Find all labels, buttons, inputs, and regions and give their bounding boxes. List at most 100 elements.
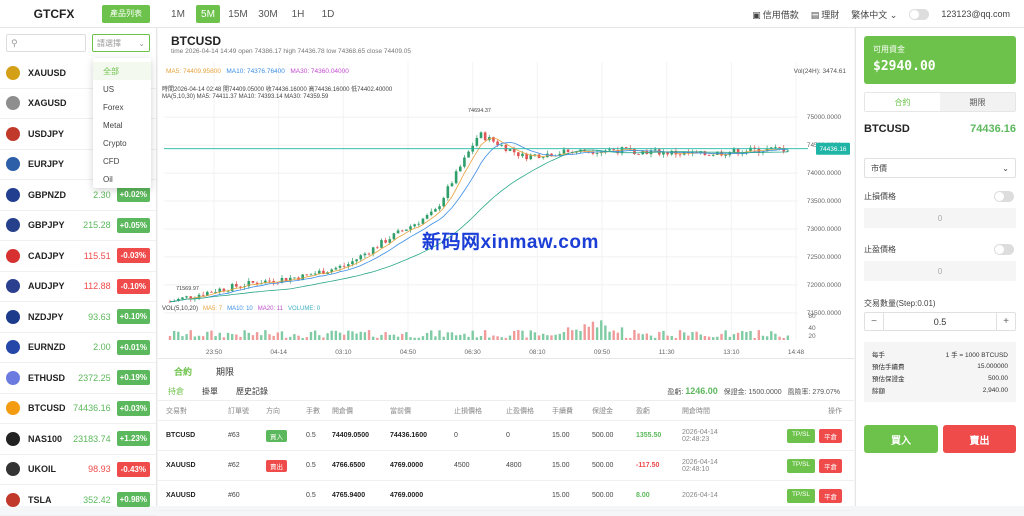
table-row[interactable]: XAUUSD #62 賣出 0.5 4766.6500 4769.0000 4500 4800… <box>158 451 854 481</box>
dropdown-option-全部[interactable]: 全部 <box>93 62 151 80</box>
subtab-positions[interactable]: 持倉 <box>168 386 184 397</box>
quantity-input[interactable]: 0.5 <box>883 313 997 330</box>
close-position-button[interactable]: 平倉 <box>819 458 842 473</box>
current-price-label: 74436.16 <box>819 146 846 153</box>
summary-margin: 保證金: 1500.0000 <box>723 389 782 396</box>
row-fee: 15.00 <box>552 432 570 439</box>
table-row[interactable]: BTCUSD #63 買入 0.5 74409.0500 74436.1600 0 0 15.0… <box>158 421 854 451</box>
take-profit-toggle[interactable] <box>994 244 1014 255</box>
symbol-row-nas100[interactable]: NAS100 23183.74 +1.23% <box>0 424 156 455</box>
fee-label: 預估保證金 <box>872 376 905 383</box>
volume-bar <box>774 333 777 340</box>
volume-bar <box>575 329 578 340</box>
symbol-row-gbpjpy[interactable]: GBPJPY 215.28 +0.05% <box>0 211 156 241</box>
tab-term[interactable]: 期限 <box>216 365 234 378</box>
flag-icon <box>6 462 20 477</box>
dropdown-option-metal[interactable]: Metal <box>93 116 151 134</box>
timeframe-1h[interactable]: 1H <box>286 5 310 23</box>
dropdown-option-crypto[interactable]: Crypto <box>93 134 151 152</box>
volume-bar <box>745 331 748 340</box>
timeframe-5m[interactable]: 5M <box>196 5 220 23</box>
candle-body <box>479 132 483 138</box>
symbol-row-cadjpy[interactable]: CADJPY 115.51 -0.03% <box>0 241 156 272</box>
top-bar: GTCFX 產品列表 1M 5M 15M 30M 1H 1D ▣ 信用借款 ▤ 理財 繁体中文… <box>0 0 1024 28</box>
search-input[interactable]: ⚲ <box>6 34 86 52</box>
symbol-row-tsla[interactable]: TSLA 352.42 +0.98% <box>0 485 156 516</box>
user-email[interactable]: 123123@qq.com <box>941 9 1010 19</box>
dropdown-option-cfd[interactable]: CFD <box>93 152 151 170</box>
volume-bar <box>525 337 528 340</box>
credit-loan-link[interactable]: ▣ 信用借款 <box>752 8 799 21</box>
tab-contract[interactable]: 合約 <box>174 365 192 378</box>
subtab-history[interactable]: 歷史記錄 <box>236 386 268 397</box>
volume-bar <box>322 337 325 340</box>
close-position-button[interactable]: 平倉 <box>819 488 842 503</box>
fee-value: 15.000000 <box>977 362 1008 370</box>
y-tick-label: 72500.0000 <box>807 254 842 261</box>
symbol-name: XAUUSD <box>28 67 67 78</box>
stop-loss-toggle[interactable] <box>994 191 1014 202</box>
subtab-pending[interactable]: 掛單 <box>202 386 218 397</box>
symbol-row-audjpy[interactable]: AUDJPY 112.88 -0.10% <box>0 272 156 302</box>
ma10-label: MA10: 74376.76400 <box>226 68 285 75</box>
dropdown-option-us[interactable]: US <box>93 80 151 98</box>
volume-bar <box>239 336 242 340</box>
volume-bar <box>231 334 234 340</box>
column-header: 開倉時間 <box>682 407 710 415</box>
trade-tab-term[interactable]: 期限 <box>940 93 1015 111</box>
brand-logo[interactable]: GTCFX <box>0 7 108 21</box>
products-button[interactable]: 產品列表 <box>102 4 150 23</box>
volume-bar <box>284 337 288 340</box>
minus-button[interactable]: − <box>865 316 883 327</box>
dropdown-option-forex[interactable]: Forex <box>93 98 151 116</box>
timeframe-1d[interactable]: 1D <box>316 5 340 23</box>
candle-body <box>541 157 545 159</box>
volume-bar <box>421 336 425 340</box>
theme-toggle[interactable] <box>909 8 930 20</box>
symbol-row-btcusd[interactable]: BTCUSD 74436.16 +0.03% <box>0 394 156 424</box>
column-header: 交易對 <box>166 407 187 415</box>
row-fee: 15.00 <box>552 462 570 469</box>
buy-button[interactable]: 買入 <box>864 425 938 453</box>
sell-button[interactable]: 賣出 <box>943 425 1016 453</box>
table-row[interactable]: XAUUSD #60 0.5 4765.9400 4769.0000 15.00 500.0… <box>158 481 854 511</box>
volume-bar <box>492 335 495 340</box>
row-actions: TP/SL 平倉 <box>754 428 854 443</box>
plus-button[interactable]: + <box>997 316 1015 327</box>
column-header: 方向 <box>266 407 280 415</box>
tpsl-button[interactable]: TP/SL <box>786 458 815 473</box>
timeframe-15m[interactable]: 15M <box>226 5 250 23</box>
take-profit-input[interactable]: 0 <box>864 261 1016 281</box>
wealth-link[interactable]: ▤ 理財 <box>811 8 840 21</box>
tpsl-button[interactable]: TP/SL <box>786 428 815 443</box>
language-select[interactable]: 繁体中文 ⌄ <box>851 8 897 21</box>
category-select[interactable]: 請選擇 ⌄ <box>92 34 150 52</box>
symbol-row-ethusd[interactable]: ETHUSD 2372.25 +0.19% <box>0 363 156 394</box>
symbol-row-eurnzd[interactable]: EURNZD 2.00 +0.01% <box>0 333 156 363</box>
low-marker: 71569.97 <box>176 286 199 292</box>
volume-bar <box>189 330 192 340</box>
volume-bar <box>765 336 769 340</box>
candle-body <box>595 153 599 154</box>
volume-bar <box>268 334 271 340</box>
close-position-button[interactable]: 平倉 <box>819 428 842 443</box>
row-open-date: 2026-04-14 <box>682 428 718 436</box>
volume-bar <box>467 336 470 340</box>
timeframe-selector: 1M 5M 15M 30M 1H 1D <box>166 5 340 23</box>
fee-row: 餘額 2,940.00 <box>872 384 1008 396</box>
row-fee: 15.00 <box>552 492 570 499</box>
dropdown-option-oil[interactable]: Oil <box>93 170 151 188</box>
volume-bar <box>546 335 549 340</box>
volume-tick-label: 20 <box>808 333 816 340</box>
stop-loss-input[interactable]: 0 <box>864 208 1016 228</box>
orders-summary: 盈虧: 1246.00 保證金: 1500.0000 風險率: 279.07% <box>667 386 840 396</box>
symbol-row-nzdjpy[interactable]: NZDJPY 93.63 +0.10% <box>0 302 156 333</box>
tpsl-button[interactable]: TP/SL <box>786 488 815 503</box>
volume-bar <box>177 331 180 340</box>
timeframe-30m[interactable]: 30M <box>256 5 280 23</box>
order-type-select[interactable]: 市價 ⌄ <box>864 158 1016 178</box>
symbol-name: BTCUSD <box>28 403 66 414</box>
timeframe-1m[interactable]: 1M <box>166 5 190 23</box>
trade-tab-contract[interactable]: 合約 <box>865 93 940 111</box>
symbol-row-ukoil[interactable]: UKOIL 98.93 -0.43% <box>0 455 156 485</box>
